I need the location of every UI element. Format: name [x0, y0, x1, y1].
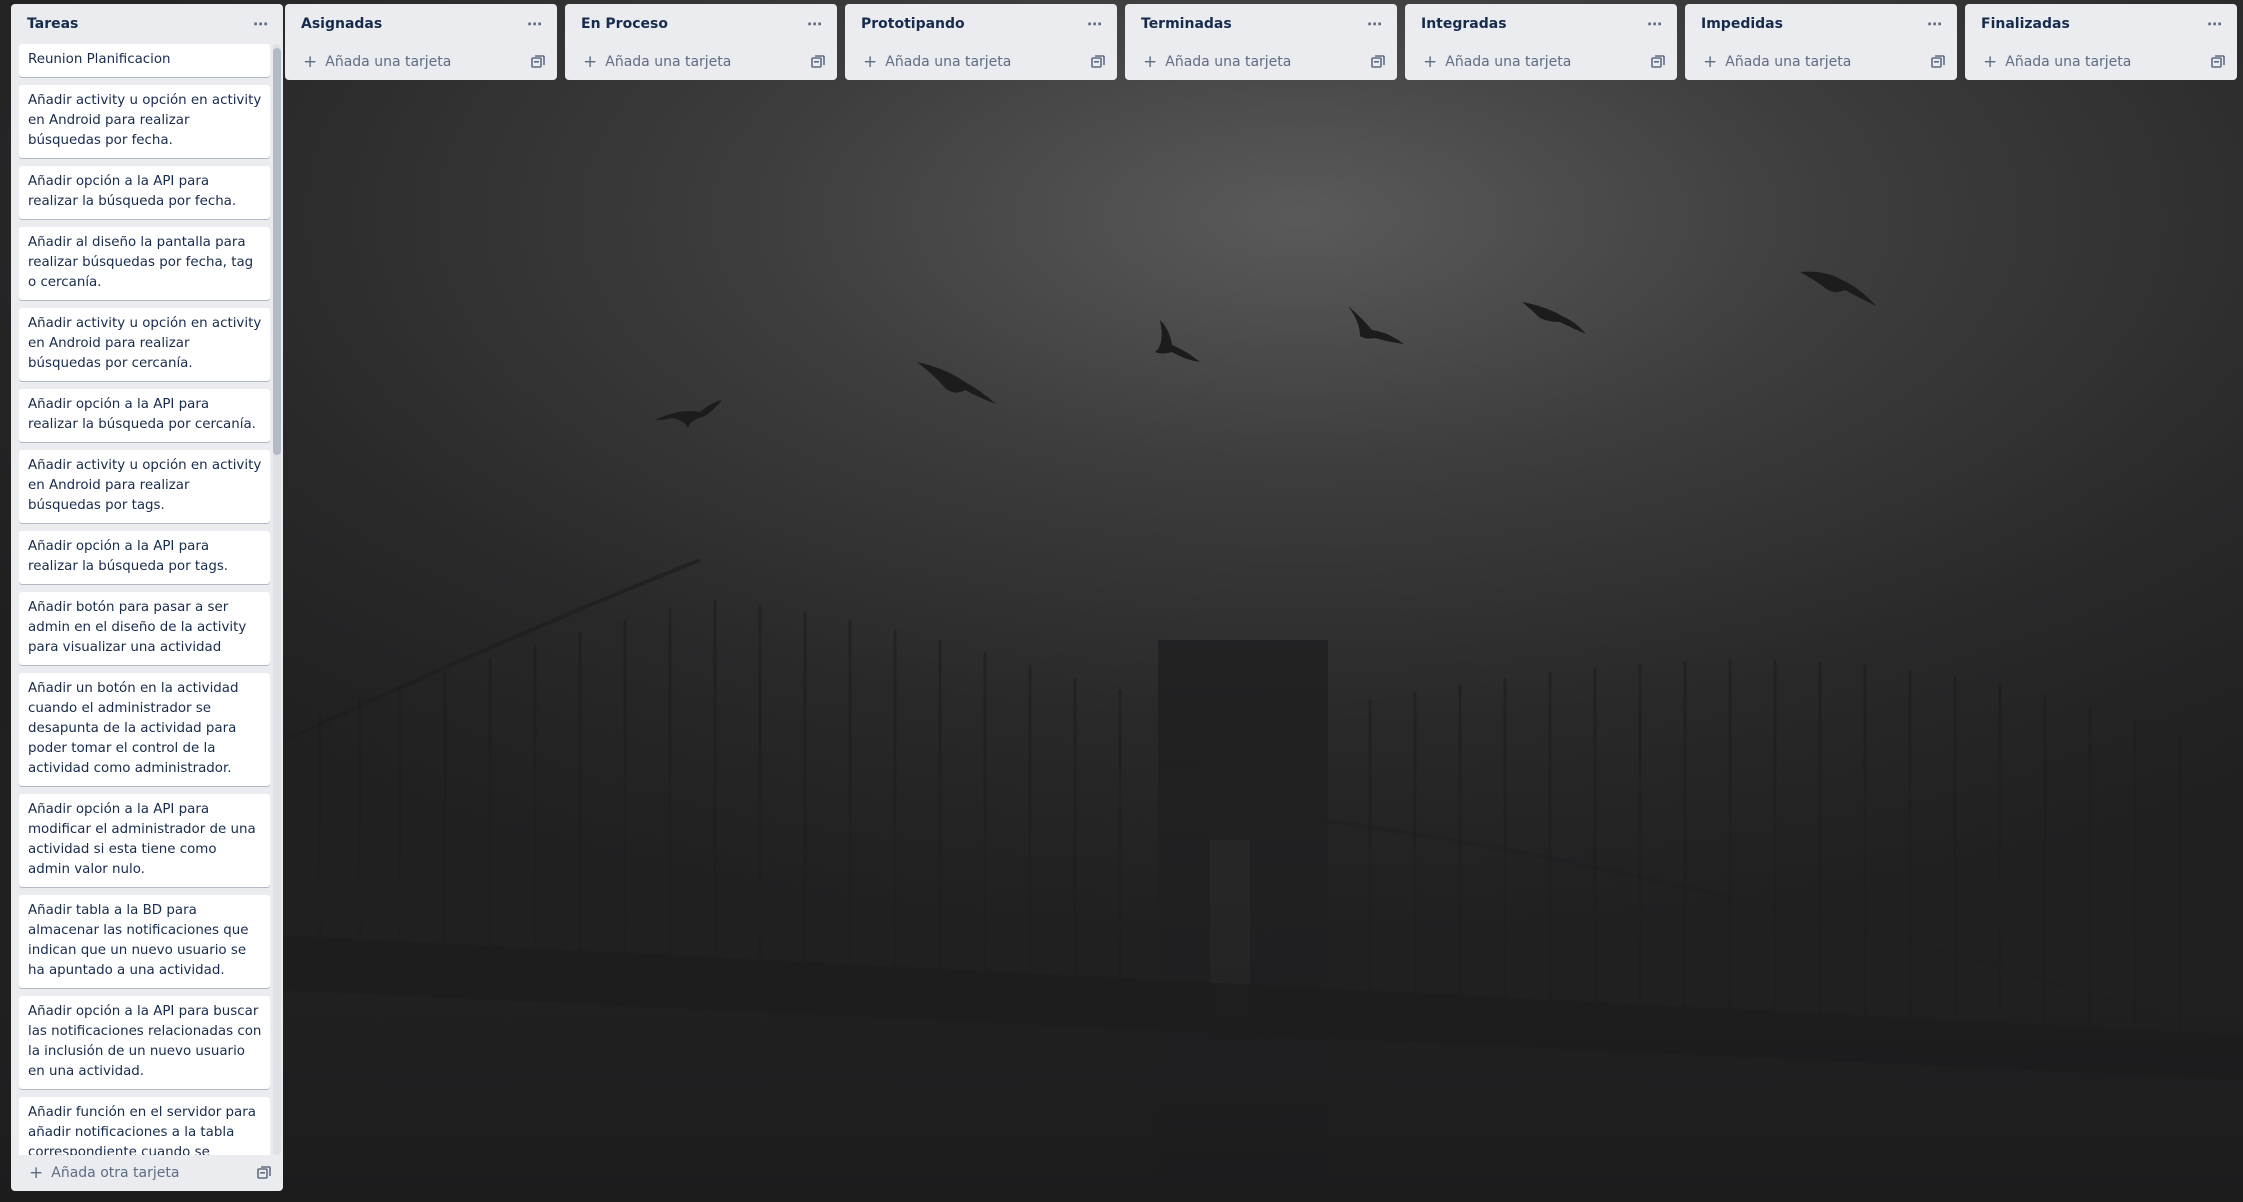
card-template-icon[interactable] [255, 1164, 273, 1182]
plus-icon: + [1423, 51, 1438, 72]
list-header[interactable]: En Proceso ⋯ [565, 4, 837, 44]
card-template-icon[interactable] [809, 53, 827, 71]
add-card-button[interactable]: + Añada una tarjeta [845, 44, 1117, 80]
more-horizontal-icon[interactable]: ⋯ [2203, 12, 2227, 36]
card[interactable]: Añadir activity u opción en activity en … [19, 308, 270, 381]
card[interactable]: Añadir opción a la API para realizar la … [19, 389, 270, 442]
plus-icon: + [1143, 51, 1158, 72]
card[interactable]: Añadir tabla a la BD para almacenar las … [19, 895, 270, 988]
add-card-label: Añada una tarjeta [1165, 54, 1292, 70]
list-en-proceso: En Proceso ⋯ + Añada una tarjeta [565, 4, 837, 80]
card-template-icon[interactable] [1649, 53, 1667, 71]
add-card-button[interactable]: + Añada una tarjeta [285, 44, 557, 80]
add-card-label: Añada una tarjeta [2005, 54, 2132, 70]
card[interactable]: Añadir opción a la API para modificar el… [19, 794, 270, 887]
more-horizontal-icon[interactable]: ⋯ [523, 12, 547, 36]
card-list[interactable]: Reunion Planificacion Añadir activity u o… [11, 44, 283, 1155]
list-header[interactable]: Asignadas ⋯ [285, 4, 557, 44]
card-template-icon[interactable] [529, 53, 547, 71]
add-card-button[interactable]: + Añada una tarjeta [1125, 44, 1397, 80]
card[interactable]: Añadir un botón en la actividad cuando e… [19, 673, 270, 786]
list-title[interactable]: Terminadas [1141, 16, 1232, 32]
card-template-icon[interactable] [2209, 53, 2227, 71]
card-template-icon[interactable] [1929, 53, 1947, 71]
scrollbar-thumb[interactable] [273, 48, 281, 455]
plus-icon: + [1703, 51, 1718, 72]
add-card-label-group: + Añada una tarjeta [863, 51, 1012, 72]
add-card-button[interactable]: + Añada otra tarjeta [11, 1155, 283, 1191]
add-card-label-group: + Añada otra tarjeta [29, 1162, 180, 1183]
add-card-button[interactable]: + Añada una tarjeta [1965, 44, 2237, 80]
add-card-button[interactable]: + Añada una tarjeta [1685, 44, 1957, 80]
plus-icon: + [863, 51, 878, 72]
add-card-label: Añada una tarjeta [1725, 54, 1852, 70]
list-header[interactable]: Tareas ⋯ [11, 4, 283, 44]
add-card-button[interactable]: + Añada una tarjeta [565, 44, 837, 80]
card-template-icon[interactable] [1089, 53, 1107, 71]
list-header[interactable]: Integradas ⋯ [1405, 4, 1677, 44]
plus-icon: + [583, 51, 598, 72]
card[interactable]: Añadir botón para pasar a ser admin en e… [19, 592, 270, 665]
add-card-label-group: + Añada una tarjeta [1703, 51, 1852, 72]
add-card-button[interactable]: + Añada una tarjeta [1405, 44, 1677, 80]
list-title[interactable]: Prototipando [861, 16, 965, 32]
card[interactable]: Añadir opción a la API para realizar la … [19, 166, 270, 219]
add-card-label-group: + Añada una tarjeta [1423, 51, 1572, 72]
add-card-label: Añada una tarjeta [1445, 54, 1572, 70]
list-header[interactable]: Terminadas ⋯ [1125, 4, 1397, 44]
board-background-photo [0, 271, 2243, 1202]
more-horizontal-icon[interactable]: ⋯ [1923, 12, 1947, 36]
add-card-label: Añada otra tarjeta [51, 1165, 180, 1181]
add-card-label-group: + Añada una tarjeta [1983, 51, 2132, 72]
plus-icon: + [1983, 51, 1998, 72]
list-integradas: Integradas ⋯ + Añada una tarjeta [1405, 4, 1677, 80]
list-terminadas: Terminadas ⋯ + Añada una tarjeta [1125, 4, 1397, 80]
add-card-label-group: + Añada una tarjeta [303, 51, 452, 72]
list-title[interactable]: En Proceso [581, 16, 668, 32]
list-title[interactable]: Asignadas [301, 16, 382, 32]
more-horizontal-icon[interactable]: ⋯ [1083, 12, 1107, 36]
add-card-label: Añada una tarjeta [885, 54, 1012, 70]
card[interactable]: Añadir activity u opción en activity en … [19, 450, 270, 523]
more-horizontal-icon[interactable]: ⋯ [1643, 12, 1667, 36]
list-title[interactable]: Tareas [27, 16, 78, 32]
plus-icon: + [303, 51, 318, 72]
list-finalizadas: Finalizadas ⋯ + Añada una tarjeta [1965, 4, 2237, 80]
list-title[interactable]: Finalizadas [1981, 16, 2070, 32]
list-asignadas: Asignadas ⋯ + Añada una tarjeta [285, 4, 557, 80]
list-scrollbar[interactable] [273, 44, 281, 1155]
plus-icon: + [29, 1162, 44, 1183]
card-template-icon[interactable] [1369, 53, 1387, 71]
list-prototipando: Prototipando ⋯ + Añada una tarjeta [845, 4, 1117, 80]
list-title[interactable]: Impedidas [1701, 16, 1783, 32]
list-title[interactable]: Integradas [1421, 16, 1507, 32]
card[interactable]: Añadir función en el servidor para añadi… [19, 1097, 270, 1155]
card[interactable]: Añadir opción a la API para realizar la … [19, 531, 270, 584]
list-header[interactable]: Impedidas ⋯ [1685, 4, 1957, 44]
more-horizontal-icon[interactable]: ⋯ [249, 12, 273, 36]
add-card-label: Añada una tarjeta [605, 54, 732, 70]
add-card-label-group: + Añada una tarjeta [583, 51, 732, 72]
list-tareas: Tareas ⋯ Reunion Planificacion Añadir activ… [11, 4, 283, 1191]
card[interactable]: Añadir activity u opción en activity en … [19, 85, 270, 158]
list-impedidas: Impedidas ⋯ + Añada una tarjeta [1685, 4, 1957, 80]
add-card-label: Añada una tarjeta [325, 54, 452, 70]
card[interactable]: Añadir al diseño la pantalla para realiz… [19, 227, 270, 300]
list-header[interactable]: Prototipando ⋯ [845, 4, 1117, 44]
add-card-label-group: + Añada una tarjeta [1143, 51, 1292, 72]
list-header[interactable]: Finalizadas ⋯ [1965, 4, 2237, 44]
card[interactable]: Añadir opción a la API para buscar las n… [19, 996, 270, 1089]
card[interactable]: Reunion Planificacion [19, 44, 270, 77]
more-horizontal-icon[interactable]: ⋯ [1363, 12, 1387, 36]
more-horizontal-icon[interactable]: ⋯ [803, 12, 827, 36]
